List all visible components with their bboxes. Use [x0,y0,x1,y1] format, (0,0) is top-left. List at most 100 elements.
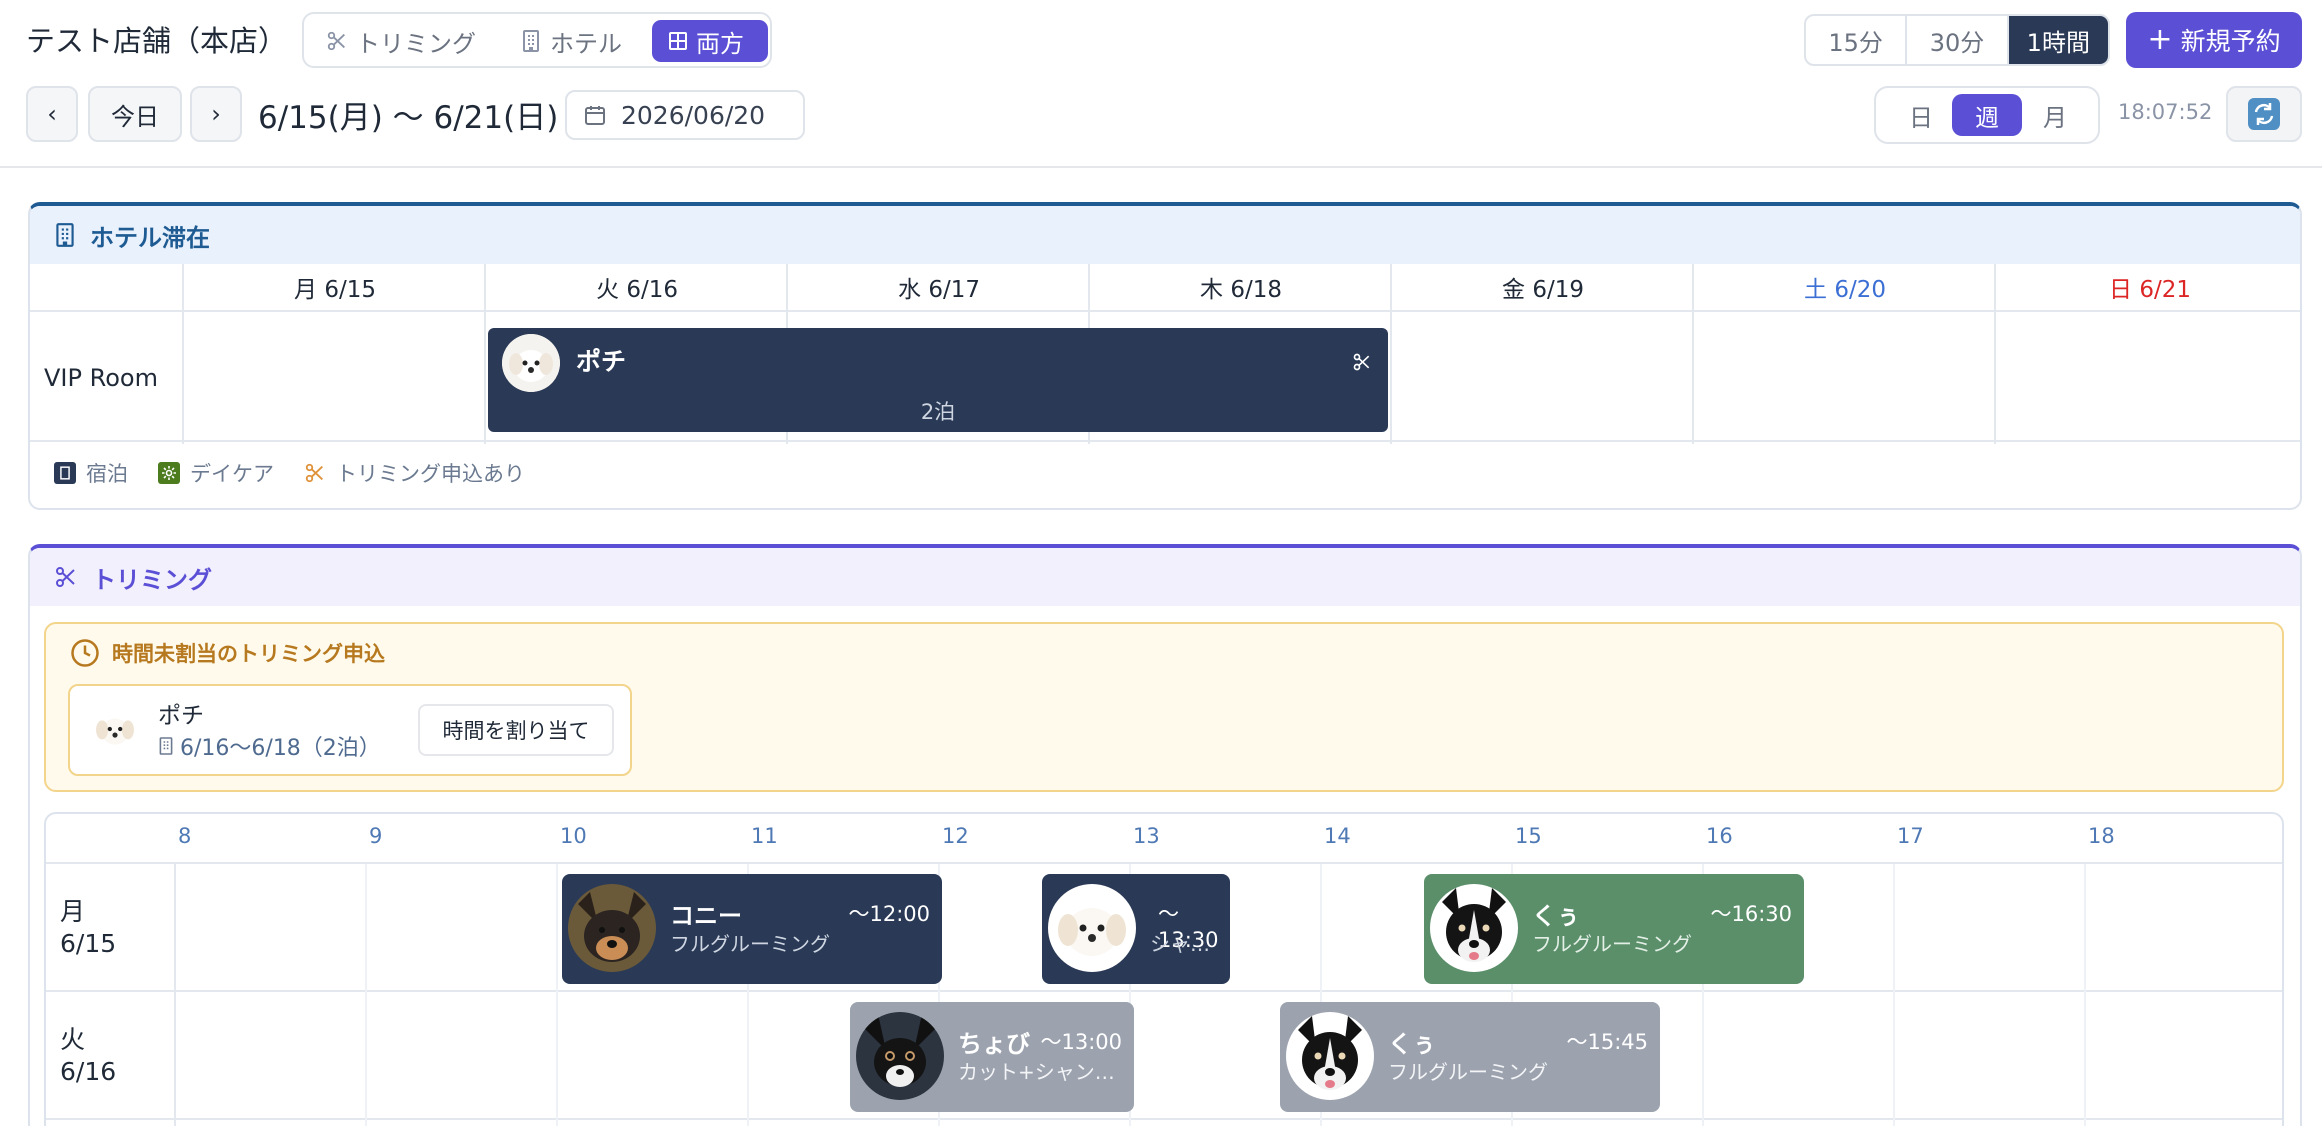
day-header: 金 6/19 [1392,264,1694,312]
appointment-card[interactable]: くぅ 〜16:30 フルグルーミング [1424,874,1804,984]
day-header-saturday: 土 6/20 [1694,264,1996,312]
stay-nights: 2泊 [920,400,956,424]
scissors-icon [327,31,345,51]
appointment-service: フルグルーミング [670,932,830,956]
date-picker-value: 2026/06/20 [621,100,766,130]
trimming-panel: トリミング 時間未割当のトリミング申込 ポチ 6/16〜6/18（2泊） 時間を… [28,544,2302,1126]
grid-line [365,864,367,1126]
grid-line [556,864,558,1126]
appointment-pet-name: ちょび [958,1030,1030,1058]
tab-both-label: 両方 [696,29,744,58]
room-header [30,264,184,312]
view-day[interactable]: 日 [1886,94,1956,136]
hour-label: 15 [1515,824,1542,848]
legend-label: 宿泊 [86,462,128,486]
assign-time-button[interactable]: 時間を割り当て [418,704,614,756]
refresh-icon [2248,98,2280,130]
today-button[interactable]: 今日 [88,86,182,142]
hour-label: 17 [1897,824,1924,848]
view-selector: 日 週 月 [1874,86,2100,144]
avatar [502,334,560,392]
scissors-icon [1353,353,1370,371]
avatar [1430,884,1518,972]
unassigned-title-text: 時間未割当のトリミング申込 [112,642,385,666]
hour-label: 9 [369,824,383,848]
date-range: 6/15(月) 〜 6/21(日) [258,100,559,136]
next-week-button[interactable]: › [190,86,242,142]
timeline-divider [46,862,2282,864]
grid-line [174,864,176,1126]
hour-label: 18 [2088,824,2115,848]
row-weekday: 月 [60,897,86,926]
grid-line [1893,864,1895,1126]
hotel-panel: ホテル滞在 月 6/15 火 6/16 水 6/17 木 6/18 金 6/19… [28,202,2302,510]
hour-label: 14 [1324,824,1351,848]
interval-30min[interactable]: 30分 [1907,16,2009,64]
hour-label: 11 [751,824,778,848]
tab-trimming[interactable]: トリミング [310,20,492,62]
appointment-service: フルグルーミング [1388,1060,1548,1084]
tab-both[interactable]: 両方 [652,20,768,62]
header-divider [0,166,2322,168]
stay-pet-name: ポチ [576,347,627,376]
tab-hotel-label: ホテル [550,29,622,58]
scissors-icon [305,463,323,483]
unassigned-dates-text: 6/16〜6/18（2泊） [180,736,381,761]
appointment-end-time: 〜12:00 [848,902,930,926]
unassigned-box: 時間未割当のトリミング申込 ポチ 6/16〜6/18（2泊） 時間を割り当て [44,622,2284,792]
store-title: テスト店舗（本店） [26,24,288,58]
prev-week-button[interactable]: ‹ [26,86,78,142]
room-label: VIP Room [44,364,158,392]
appointment-card[interactable]: コニー 〜12:00 フルグルーミング [562,874,942,984]
appointment-service: フルグルーミング [1532,932,1692,956]
appointment-end-time: 〜16:30 [1710,902,1792,926]
date-picker[interactable]: 2026/06/20 [565,90,805,140]
unassigned-title: 時間未割当のトリミング申込 [70,638,385,668]
tab-hotel[interactable]: ホテル [504,20,638,62]
building-icon [56,223,74,247]
interval-selector: 15分 30分 1時間 [1804,14,2110,66]
legend-label: トリミング申込あり [336,462,525,486]
row-weekday: 火 [60,1025,86,1054]
hour-label: 13 [1133,824,1160,848]
interval-15min[interactable]: 15分 [1806,16,1908,64]
interval-1hour[interactable]: 1時間 [2008,16,2108,64]
trimming-panel-title: トリミング [92,565,212,594]
avatar [568,884,656,972]
day-header-sunday: 日 6/21 [1996,264,2300,312]
appointment-service: シャ… [1150,932,1210,956]
refresh-button[interactable] [2226,86,2302,142]
row-day-label: 月 6/15 [60,896,116,960]
avatar [1286,1012,1374,1100]
appointment-pet-name: くぅ [1532,902,1580,930]
timeline-divider [46,990,2282,992]
row-date: 6/16 [60,1057,117,1086]
legend-item-daycare: デイケア [158,458,274,488]
appointment-card[interactable]: くぅ 〜15:45 フルグルーミング [1280,1002,1660,1112]
clock-icon [71,639,99,667]
day-header: 月 6/15 [184,264,486,312]
row-day-label: 火 6/16 [60,1024,116,1088]
building-icon [523,30,539,52]
unassigned-pet-name: ポチ [158,703,204,729]
avatar [1048,884,1136,972]
timeline-divider [46,1118,2282,1120]
hotel-panel-header: ホテル滞在 [30,206,2300,264]
appointment-card[interactable]: ちょび 〜13:00 カット+シャン… [850,1002,1134,1112]
trimming-timeline: 8 9 10 11 12 13 14 15 16 17 18 月 6/15 火 … [44,812,2284,1126]
unassigned-card[interactable]: ポチ 6/16〜6/18（2泊） 時間を割り当て [68,684,632,776]
appointment-card[interactable]: 〜13:30 シャ… [1042,874,1230,984]
appointment-pet-name: くぅ [1388,1030,1436,1058]
tab-trimming-label: トリミング [356,29,476,58]
unassigned-dates: 6/16〜6/18（2泊） [158,730,381,762]
hotel-stay-bar[interactable]: ポチ 2泊 [488,328,1388,432]
current-time: 18:07:52 [2118,100,2213,124]
appointment-end-time: 〜13:00 [1040,1030,1122,1054]
new-reservation-button[interactable]: + 新規予約 [2126,12,2302,68]
day-header: 水 6/17 [788,264,1090,312]
appointment-end-time: 〜15:45 [1566,1030,1648,1054]
building-icon [159,737,173,755]
view-month[interactable]: 月 [2020,94,2090,136]
legend-label: デイケア [190,462,274,486]
view-week[interactable]: 週 [1952,94,2022,136]
